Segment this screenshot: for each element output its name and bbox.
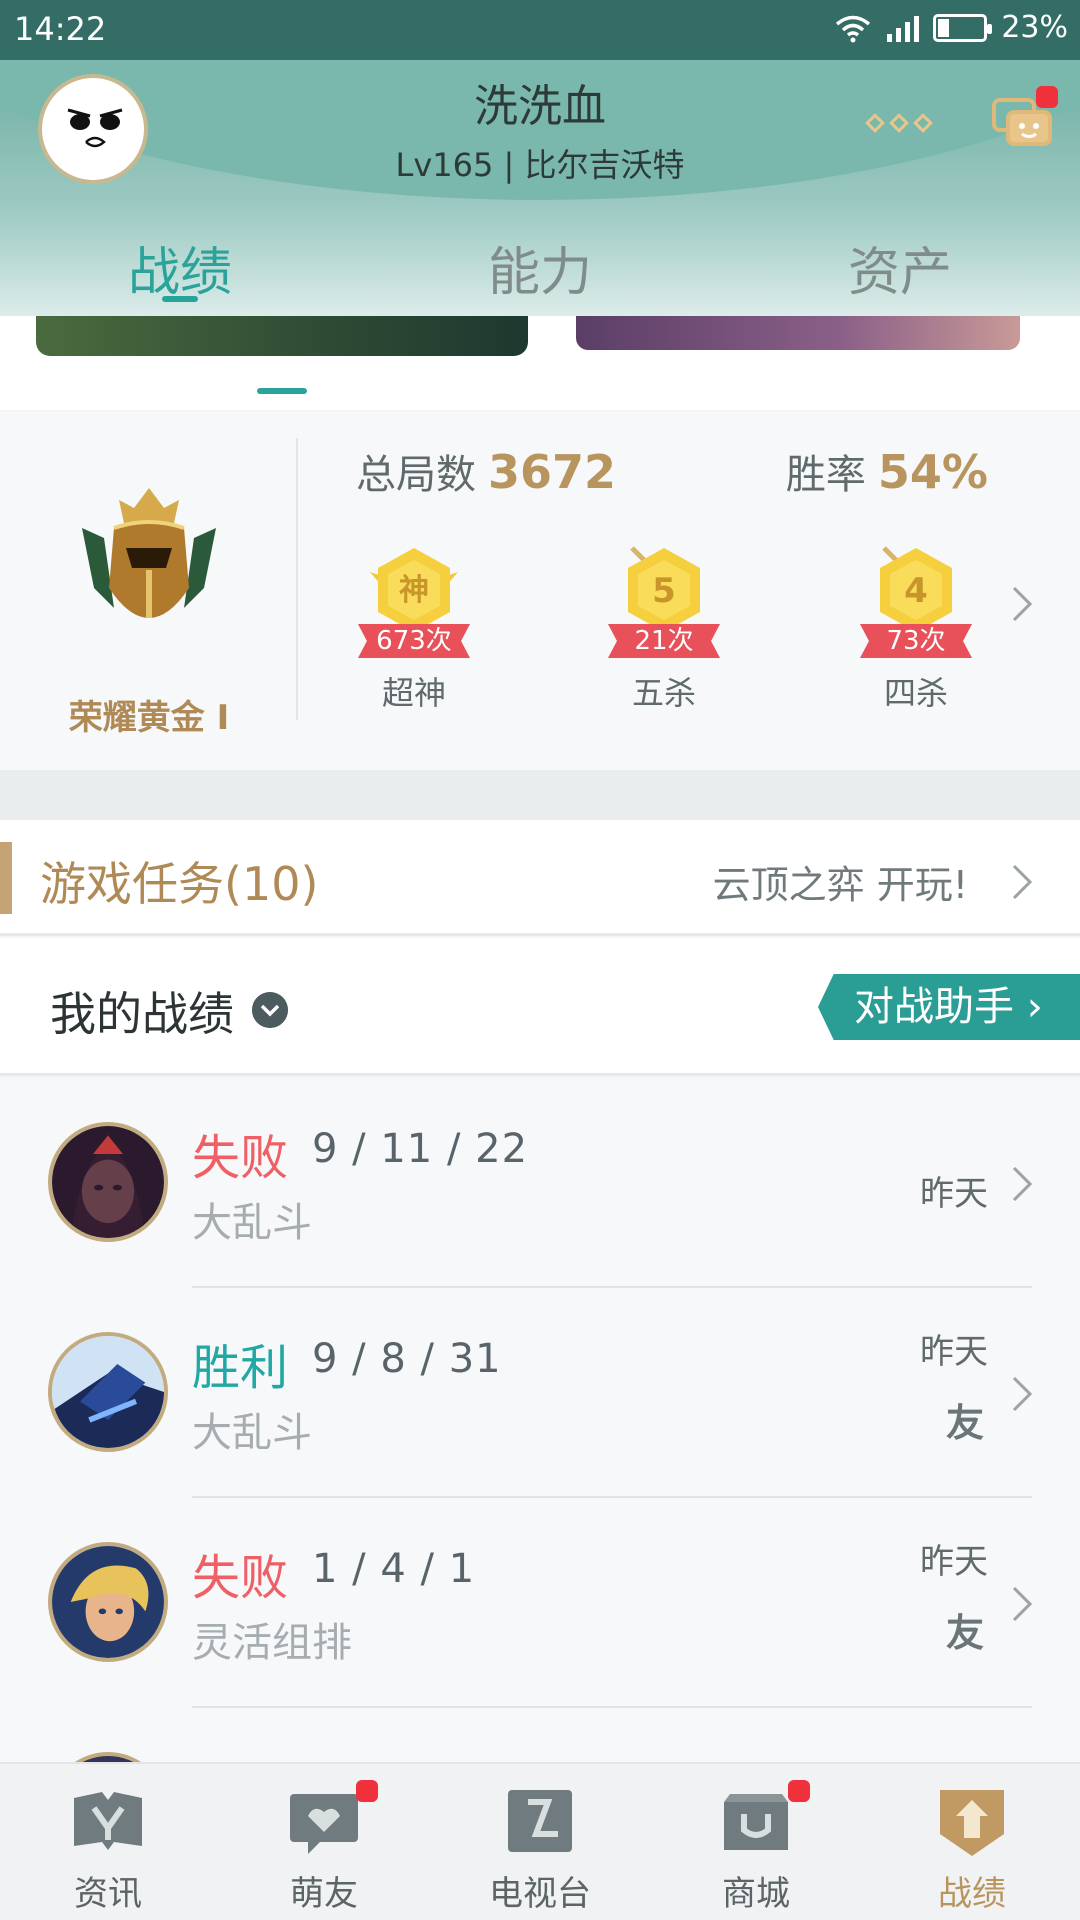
nav-shop[interactable]: 商城 xyxy=(648,1764,864,1920)
legendary-badge-icon: 神 xyxy=(370,548,458,632)
quadrakill-badge[interactable]: 4 73次 四杀 xyxy=(846,542,986,714)
legendary-label: 超神 xyxy=(381,674,446,712)
profile-tabs: 战绩 能力 资产 xyxy=(0,210,1080,310)
unread-badge xyxy=(1036,86,1058,108)
banner-image[interactable] xyxy=(576,316,1020,350)
chevron-right-icon[interactable] xyxy=(1010,1164,1034,1204)
champion-portrait xyxy=(48,1122,168,1242)
nav-label: 战绩 xyxy=(938,1874,1006,1914)
section-accent xyxy=(0,842,12,914)
status-time: 14:22 xyxy=(14,10,107,48)
champion-portrait xyxy=(48,1332,168,1452)
divider xyxy=(296,438,298,720)
game-tasks-row[interactable]: 游戏任务(10) 云顶之弈 开玩! xyxy=(0,820,1080,936)
rank-emblem-icon xyxy=(82,488,216,618)
nav-friends[interactable]: 萌友 xyxy=(216,1764,432,1920)
match-time: 昨天 xyxy=(920,1332,988,1372)
chevron-right-icon[interactable] xyxy=(1010,584,1034,624)
section-gap xyxy=(0,770,1080,820)
more-options-icon[interactable] xyxy=(865,113,933,133)
shop-icon xyxy=(724,1794,788,1850)
match-mode: 灵活组排 xyxy=(192,1620,352,1666)
friends-icon xyxy=(290,1794,358,1854)
friend-tag: 友 xyxy=(945,1611,984,1655)
status-bar: 14:22 23% xyxy=(0,0,1080,60)
svg-text:4: 4 xyxy=(904,571,928,611)
match-time: 昨天 xyxy=(920,1174,988,1214)
match-result: 失败 xyxy=(192,1130,289,1186)
match-kda: 9 / 8 / 31 xyxy=(312,1336,502,1382)
signal-icon xyxy=(887,14,920,42)
bottom-nav: 资讯 萌友 电视台 商城 战绩 xyxy=(0,1762,1080,1920)
unread-badge xyxy=(356,1780,378,1802)
chevron-right-icon[interactable] xyxy=(1010,862,1034,902)
pentakill-badge-icon: 5 xyxy=(628,546,700,632)
nav-record[interactable]: 战绩 xyxy=(864,1764,1080,1920)
match-result: 胜利 xyxy=(192,1340,289,1396)
tab-record[interactable]: 战绩 xyxy=(0,210,360,310)
profile-header: 洗洗血 Lv165 | 比尔吉沃特 战绩 能力 资产 xyxy=(0,60,1080,316)
tft-promo-link[interactable]: 云顶之弈 开玩! xyxy=(713,854,968,909)
win-rate-value: 54% xyxy=(877,445,988,499)
match-kda: 9 / 11 / 22 xyxy=(312,1126,529,1172)
nav-label: 商城 xyxy=(722,1874,790,1914)
match-time: 昨天 xyxy=(920,1542,988,1582)
total-games-stat: 总局数 3672 xyxy=(356,442,616,500)
nav-tv[interactable]: 电视台 xyxy=(432,1764,648,1920)
chevron-right-icon[interactable] xyxy=(1010,1584,1034,1624)
total-games-label: 总局数 xyxy=(356,452,476,498)
svg-text:神: 神 xyxy=(399,573,429,608)
tab-ability[interactable]: 能力 xyxy=(360,210,720,310)
pentakill-count: 21次 xyxy=(608,624,720,658)
message-button[interactable] xyxy=(990,86,1058,156)
nav-news[interactable]: 资讯 xyxy=(0,1764,216,1920)
nav-label: 资讯 xyxy=(74,1874,142,1914)
game-tasks-title: 游戏任务(10) xyxy=(40,857,319,911)
match-kda: 1 / 4 / 1 xyxy=(312,1546,476,1592)
champion-portrait xyxy=(48,1542,168,1662)
total-games-value: 3672 xyxy=(488,445,617,499)
level-server: Lv165 | 比尔吉沃特 xyxy=(395,146,685,184)
battery-percent: 23% xyxy=(1001,10,1068,45)
carousel-indicator xyxy=(257,388,307,394)
banner-image[interactable] xyxy=(36,316,528,356)
chevron-down-icon[interactable] xyxy=(252,992,288,1028)
match-row[interactable] xyxy=(0,1708,1080,1762)
banner-carousel[interactable] xyxy=(0,316,1080,410)
match-result: 失败 xyxy=(192,1550,289,1606)
match-row[interactable]: 失败 9 / 11 / 22 大乱斗 昨天 xyxy=(0,1078,1080,1288)
wifi-icon xyxy=(836,15,871,42)
friend-tag: 友 xyxy=(945,1401,984,1445)
svg-text:5: 5 xyxy=(652,571,676,611)
my-record-title[interactable]: 我的战绩 xyxy=(50,978,234,1044)
pentakill-badge[interactable]: 5 21次 五杀 xyxy=(594,542,734,714)
tab-assets[interactable]: 资产 xyxy=(720,210,1080,310)
battle-assistant-button[interactable]: 对战助手 › xyxy=(818,974,1080,1040)
legendary-badge[interactable]: 神 673次 超神 xyxy=(344,542,484,714)
champion-portrait xyxy=(48,1752,168,1762)
match-row[interactable]: 胜利 9 / 8 / 31 大乱斗 昨天 友 xyxy=(0,1288,1080,1498)
match-mode: 大乱斗 xyxy=(192,1410,312,1456)
rank-name: 荣耀黄金 I xyxy=(68,698,230,738)
nav-label: 电视台 xyxy=(489,1874,591,1914)
chevron-right-icon[interactable] xyxy=(1010,1374,1034,1414)
win-rate-stat: 胜率 54% xyxy=(786,442,988,500)
legendary-count: 673次 xyxy=(358,624,470,658)
record-icon xyxy=(940,1790,1004,1856)
my-record-header: 我的战绩 对战助手 › xyxy=(0,938,1080,1076)
tv-icon xyxy=(508,1790,572,1852)
quadrakill-badge-icon: 4 xyxy=(880,546,952,632)
pentakill-label: 五杀 xyxy=(631,674,696,712)
stats-card[interactable]: 荣耀黄金 I 总局数 3672 胜率 54% 神 673次 超神 5 21次 五杀 xyxy=(0,412,1080,770)
quadrakill-count: 73次 xyxy=(860,624,972,658)
match-list: 失败 9 / 11 / 22 大乱斗 昨天 胜利 9 / 8 / 31 大乱斗 … xyxy=(0,1078,1080,1762)
unread-badge xyxy=(788,1780,810,1802)
battery-icon xyxy=(933,13,993,42)
quadrakill-label: 四杀 xyxy=(883,674,948,712)
match-row[interactable]: 失败 1 / 4 / 1 灵活组排 昨天 友 xyxy=(0,1498,1080,1708)
nav-label: 萌友 xyxy=(290,1874,358,1914)
match-mode: 大乱斗 xyxy=(192,1200,312,1246)
news-icon xyxy=(74,1792,142,1850)
win-rate-label: 胜率 xyxy=(785,452,866,498)
